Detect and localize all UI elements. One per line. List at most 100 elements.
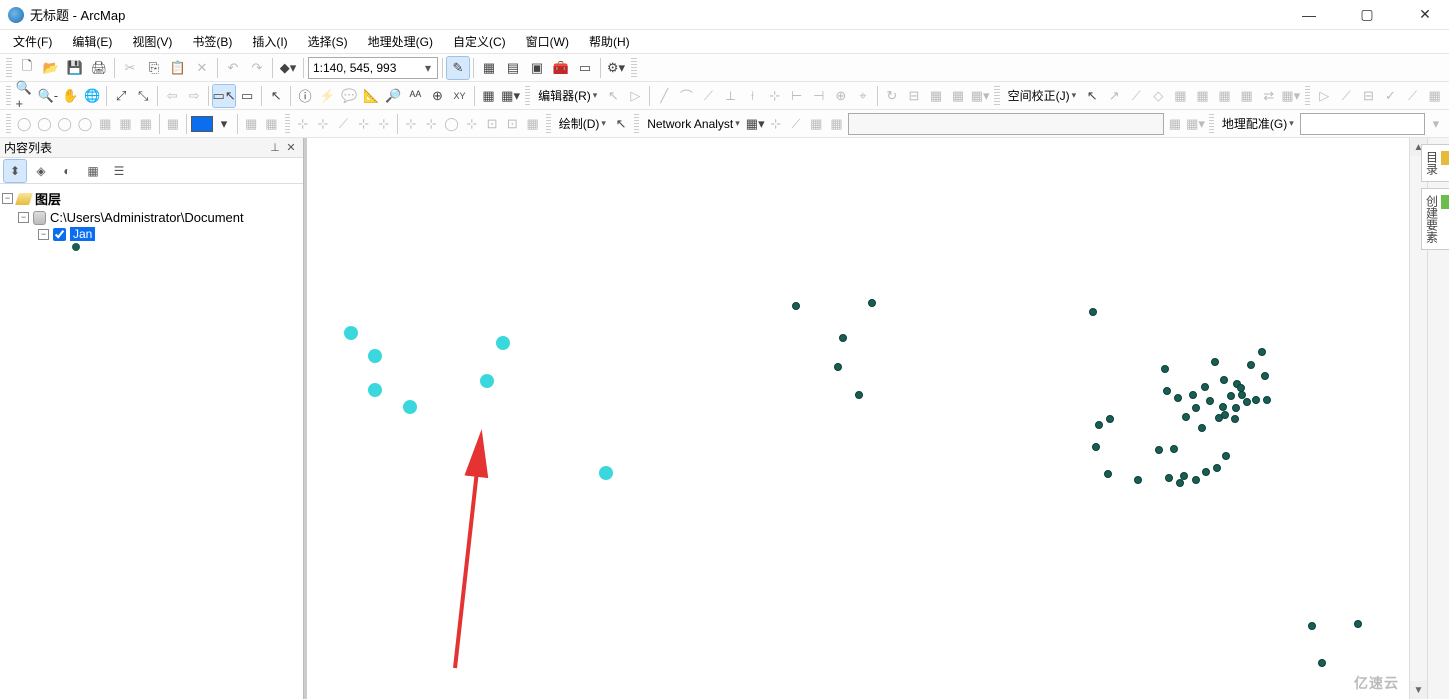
map-point-selected[interactable] xyxy=(599,466,613,480)
map-point[interactable] xyxy=(1318,659,1326,667)
draw-select-icon[interactable]: ↖ xyxy=(612,113,630,135)
map-point[interactable] xyxy=(1202,468,1210,476)
toolbar-grip[interactable] xyxy=(634,114,639,134)
zoom-out-icon[interactable]: 🔍- xyxy=(38,85,59,107)
toolbar-grip[interactable] xyxy=(525,86,530,106)
map-point-selected[interactable] xyxy=(496,336,510,350)
map-point[interactable] xyxy=(1176,479,1184,487)
georeferencing-layer-combo[interactable] xyxy=(1300,113,1425,135)
tree-root-layers[interactable]: − 图层 xyxy=(2,188,301,209)
toolbar-grip[interactable] xyxy=(546,114,551,134)
editor-menu[interactable]: 编辑器(R)▾ xyxy=(534,85,601,107)
tree-layer-symbol[interactable] xyxy=(2,242,301,252)
map-point-selected[interactable] xyxy=(344,326,358,340)
create-features-tab[interactable]: 创建要素 xyxy=(1421,188,1449,250)
select-features-icon[interactable]: ▭↖ xyxy=(213,85,235,107)
fixed-zoom-out-icon[interactable]: ⤡ xyxy=(133,85,153,107)
map-point[interactable] xyxy=(1227,392,1235,400)
map-point[interactable] xyxy=(1243,398,1251,406)
find-route-icon[interactable]: ᴬᴬ xyxy=(405,85,425,107)
list-by-drawing-order-icon[interactable]: ⬍ xyxy=(4,160,26,182)
georeferencing-menu[interactable]: 地理配准(G)▾ xyxy=(1218,113,1298,135)
minimize-button[interactable]: ― xyxy=(1293,4,1325,26)
map-point[interactable] xyxy=(1308,622,1316,630)
menu-customize[interactable]: 自定义(C) xyxy=(444,30,515,53)
na-window-icon[interactable]: ▦▾ xyxy=(746,113,765,135)
measure-icon[interactable]: 📐 xyxy=(361,85,381,107)
map-point[interactable] xyxy=(1252,396,1260,404)
xy-icon[interactable]: XY xyxy=(450,85,470,107)
fill-color-dropdown-icon[interactable]: ▾ xyxy=(215,113,233,135)
menu-window[interactable]: 窗口(W) xyxy=(517,30,578,53)
close-panel-icon[interactable]: ✕ xyxy=(283,141,299,154)
menu-edit[interactable]: 编辑(E) xyxy=(63,30,121,53)
map-point-selected[interactable] xyxy=(368,349,382,363)
list-by-source-icon[interactable]: ◈ xyxy=(30,160,52,182)
map-point[interactable] xyxy=(1211,358,1219,366)
toolbar-grip[interactable] xyxy=(6,86,11,106)
toolbar-grip[interactable] xyxy=(6,58,12,78)
go-to-xy-icon[interactable]: ⊕ xyxy=(427,85,447,107)
map-point[interactable] xyxy=(1192,476,1200,484)
map-point[interactable] xyxy=(839,334,847,342)
new-doc-icon[interactable]: 🗋 xyxy=(16,57,38,79)
open-doc-icon[interactable]: 📂 xyxy=(40,57,62,79)
toolbar-grip[interactable] xyxy=(1305,86,1310,106)
map-point[interactable] xyxy=(1247,361,1255,369)
catalog-window-icon[interactable]: ▤ xyxy=(502,57,524,79)
map-point-selected[interactable] xyxy=(480,374,494,388)
find-icon[interactable]: 🔎 xyxy=(383,85,403,107)
clear-selection-icon[interactable]: ▭ xyxy=(237,85,257,107)
draw-menu[interactable]: 绘制(D)▾ xyxy=(555,113,610,135)
map-point[interactable] xyxy=(1089,308,1097,316)
menu-view[interactable]: 视图(V) xyxy=(123,30,181,53)
collapse-icon[interactable]: − xyxy=(18,212,29,223)
map-point[interactable] xyxy=(1198,424,1206,432)
map-point[interactable] xyxy=(1213,464,1221,472)
network-analyst-menu[interactable]: Network Analyst▾ xyxy=(643,113,744,135)
viewer-window-icon[interactable]: ▦▾ xyxy=(501,85,521,107)
spatial-adjustment-menu[interactable]: 空间校正(J)▾ xyxy=(1004,85,1081,107)
map-point[interactable] xyxy=(1092,443,1100,451)
toolbar-grip[interactable] xyxy=(994,86,999,106)
network-dataset-combo[interactable] xyxy=(848,113,1164,135)
map-point[interactable] xyxy=(1170,445,1178,453)
scroll-down-icon[interactable]: ▼ xyxy=(1410,681,1427,699)
map-point[interactable] xyxy=(1174,394,1182,402)
map-point[interactable] xyxy=(834,363,842,371)
tree-datasource[interactable]: − C:\Users\Administrator\Document xyxy=(2,209,301,226)
menu-selection[interactable]: 选择(S) xyxy=(299,30,357,53)
map-point[interactable] xyxy=(1258,348,1266,356)
menu-bookmarks[interactable]: 书签(B) xyxy=(183,30,241,53)
toolbar-grip[interactable] xyxy=(1209,114,1214,134)
map-point[interactable] xyxy=(1222,452,1230,460)
maximize-button[interactable]: ▢ xyxy=(1351,4,1383,26)
close-button[interactable]: ✕ xyxy=(1409,4,1441,26)
map-point[interactable] xyxy=(1189,391,1197,399)
collapse-icon[interactable]: − xyxy=(2,193,13,204)
map-point[interactable] xyxy=(1221,411,1229,419)
map-point[interactable] xyxy=(792,302,800,310)
map-point[interactable] xyxy=(1219,403,1227,411)
pan-icon[interactable]: ✋ xyxy=(60,85,80,107)
pin-icon[interactable]: ⊥ xyxy=(267,141,283,154)
collapse-icon[interactable]: − xyxy=(38,229,49,240)
map-point[interactable] xyxy=(1155,446,1163,454)
tree-layer-jan[interactable]: − Jan xyxy=(2,226,301,242)
search-window-icon[interactable]: ▣ xyxy=(526,57,548,79)
map-point[interactable] xyxy=(1165,474,1173,482)
list-by-selection-icon[interactable]: ▦ xyxy=(82,160,104,182)
select-adj-icon[interactable]: ↖ xyxy=(1082,85,1102,107)
map-point[interactable] xyxy=(1161,365,1169,373)
save-icon[interactable]: 💾 xyxy=(64,57,86,79)
map-point[interactable] xyxy=(1261,372,1269,380)
map-point[interactable] xyxy=(1231,415,1239,423)
map-point[interactable] xyxy=(1201,383,1209,391)
toolbar-grip[interactable] xyxy=(631,58,637,78)
print-icon[interactable]: 🖨 xyxy=(88,57,110,79)
full-extent-icon[interactable]: 🌐 xyxy=(82,85,102,107)
select-elements-icon[interactable]: ↖ xyxy=(266,85,286,107)
python-window-icon[interactable]: ▭ xyxy=(574,57,596,79)
list-by-visibility-icon[interactable]: ◐ xyxy=(56,160,78,182)
map-point[interactable] xyxy=(1206,397,1214,405)
